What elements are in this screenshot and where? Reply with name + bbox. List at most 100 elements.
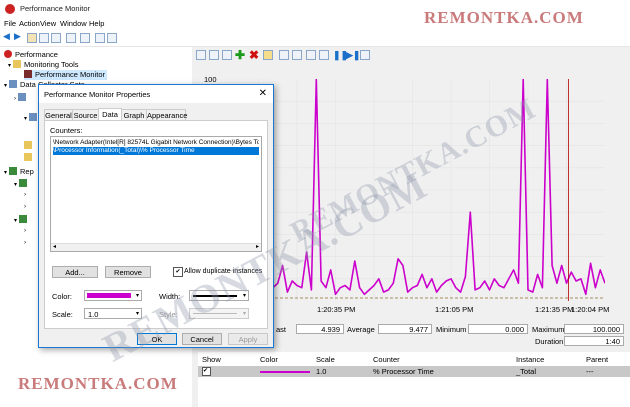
column-header-counter[interactable]: Counter [373,355,400,364]
y-axis-max-label: 100 [204,75,217,84]
tree-item-report[interactable]: › [24,225,28,235]
main-toolbar: ◀ ▶ [0,30,630,47]
duration-value: 1:40 [564,336,624,346]
duration-label: Duration [535,337,564,346]
close-icon[interactable]: ✕ [259,88,267,99]
collector-icon [9,80,18,88]
counter-legend-table: Show Color Scale Counter Instance Parent… [198,352,630,407]
table-row[interactable]: ✔ 1.0 % Processor Time _Total --- [198,366,630,377]
instance-cell: _Total [516,367,537,376]
properties-icon[interactable] [306,50,316,60]
apply-button[interactable]: Apply [228,333,268,345]
column-header-color[interactable]: Color [260,355,278,364]
list-item[interactable]: \Processor Information(_Total)\% Process… [53,147,259,155]
report-icon [19,179,28,187]
tree-item-performance[interactable]: Performance [4,50,58,60]
collapse-chevron-icon[interactable]: ▾ [24,116,27,122]
color-dropdown[interactable]: ▾ [84,290,142,301]
chevron-down-icon: ▾ [135,293,139,299]
column-header-instance[interactable]: Instance [516,355,544,364]
tree-item-report[interactable]: ▾ [14,215,30,225]
help-icon[interactable] [360,50,370,60]
list-item[interactable]: \Network Adapter(Intel[R] 82574L Gigabit… [53,139,259,147]
x-axis-label: 1:21:35 PM [535,305,574,314]
counters-listbox[interactable]: \Network Adapter(Intel[R] 82574L Gigabit… [50,136,262,252]
forward-arrow-icon[interactable]: ▶ [14,31,24,41]
report-icon [9,167,18,175]
tree-item-report[interactable]: › [24,237,28,247]
view-current-activity-icon[interactable] [196,50,206,60]
x-axis-label: 1:20:04 PM [571,305,610,314]
collapse-chevron-icon[interactable]: ▾ [8,63,11,69]
menu-action[interactable]: Action [19,19,40,28]
view-icon[interactable] [107,33,117,43]
add-button[interactable]: Add... [52,266,98,278]
collapse-chevron-icon[interactable]: ▾ [4,170,7,176]
copy-properties-icon[interactable] [279,50,289,60]
add-counter-icon[interactable]: ✚ [235,48,245,62]
tree-item-reports[interactable]: ▾ Rep [4,167,34,177]
change-graph-type-icon[interactable] [222,50,232,60]
zoom-icon[interactable] [319,50,329,60]
collapse-chevron-icon[interactable]: ▾ [14,182,17,188]
show-checkbox[interactable]: ✔ [202,367,211,376]
collapse-chevron-icon[interactable]: ▾ [4,83,7,89]
tree-item-collector[interactable] [24,153,35,163]
color-swatch [87,293,131,298]
print-icon[interactable] [80,33,90,43]
expand-chevron-icon[interactable]: › [14,96,16,102]
minimum-label: Minimum [436,325,467,334]
expand-chevron-icon[interactable]: › [24,228,26,234]
chart-toolbar: ✚ ✖ ❚❚ ▶❚ [192,47,630,65]
table-header: Show Color Scale Counter Instance Parent [198,352,630,367]
properties-icon[interactable] [95,33,105,43]
collapse-chevron-icon[interactable]: ▾ [14,218,17,224]
cancel-button[interactable]: Cancel [182,333,222,345]
show-hide-tree-icon[interactable] [39,33,49,43]
tree-item-report[interactable]: › [24,189,28,199]
dialog-title: Performance Monitor Properties [44,90,151,99]
highlight-icon[interactable] [263,50,273,60]
maximum-label: Maximum [532,325,565,334]
tree-item-monitoring-tools[interactable]: ▾ Monitoring Tools [8,60,79,70]
tree-item-performance-monitor[interactable]: Performance Monitor [24,70,108,80]
chevron-down-icon: ▾ [242,311,246,317]
folder-icon [13,60,22,68]
tree-item-report[interactable]: › [24,201,28,211]
horizontal-scrollbar[interactable]: ◂ ▸ [51,243,261,251]
expand-chevron-icon[interactable]: › [24,192,26,198]
view-log-data-icon[interactable] [209,50,219,60]
tree-item-report[interactable]: ▾ [14,179,30,189]
update-data-icon[interactable]: ▶❚ [346,50,360,61]
menu-file[interactable]: File [4,19,16,28]
delete-counter-icon[interactable]: ✖ [249,48,259,62]
allow-duplicates-checkbox[interactable]: ✔ [173,267,183,277]
collector-icon [29,113,38,121]
column-header-parent[interactable]: Parent [586,355,608,364]
collector-icon [18,93,26,101]
back-arrow-icon[interactable]: ◀ [3,31,13,41]
column-header-show[interactable]: Show [202,355,221,364]
menu-view[interactable]: View [40,19,56,28]
chart-icon [24,70,32,78]
scale-label: Scale: [52,310,73,319]
menu-window[interactable]: Window [60,19,87,28]
average-value: 9.477 [378,324,432,334]
scale-cell: 1.0 [316,367,327,376]
help-icon[interactable] [66,33,76,43]
perfmon-icon [4,50,12,58]
column-header-scale[interactable]: Scale [316,355,335,364]
paste-counter-list-icon[interactable] [292,50,302,60]
menu-help[interactable]: Help [89,19,104,28]
folder-icon[interactable] [27,33,37,43]
scroll-left-icon[interactable]: ◂ [53,243,56,250]
tree-item-collector[interactable] [24,141,35,151]
tree-item-user-defined[interactable]: › [14,93,29,103]
expand-chevron-icon[interactable]: › [24,240,26,246]
console-icon[interactable] [51,33,61,43]
last-label: ast [276,325,287,334]
expand-chevron-icon[interactable]: › [24,204,26,210]
remove-button[interactable]: Remove [105,266,151,278]
scale-value: 1.0 [88,310,99,319]
counters-label: Counters: [50,126,83,135]
